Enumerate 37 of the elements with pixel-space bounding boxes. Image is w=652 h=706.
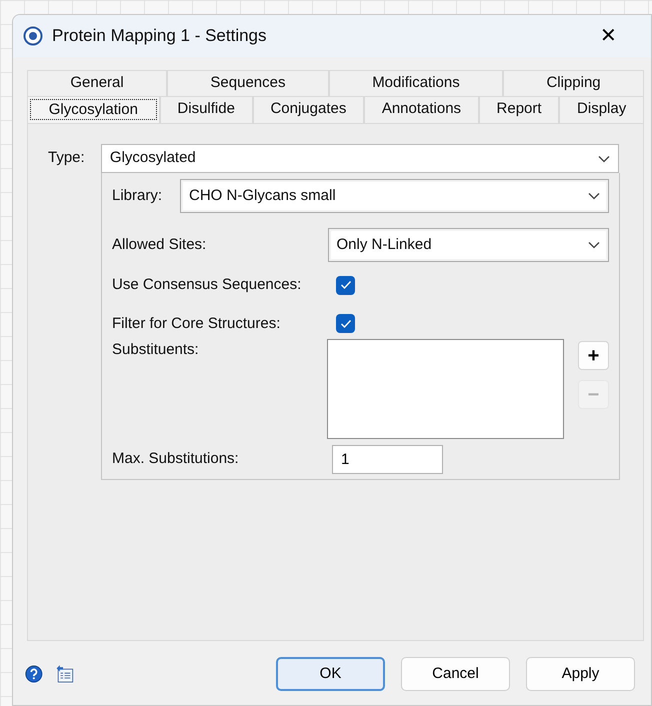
allowed-sites-label: Allowed Sites: bbox=[112, 234, 208, 255]
checkbox[interactable] bbox=[336, 276, 355, 295]
type-dropdown[interactable]: Glycosylated bbox=[100, 144, 619, 173]
close-button[interactable]: ✕ bbox=[596, 26, 621, 46]
chevron-down-icon bbox=[588, 241, 600, 249]
dialog-button[interactable]: Apply bbox=[526, 657, 635, 691]
substituents-label: Substituents: bbox=[112, 340, 200, 360]
tab[interactable]: Sequences bbox=[167, 70, 329, 96]
dialog-button[interactable]: OK bbox=[276, 657, 385, 691]
tab[interactable]: Modifications bbox=[328, 70, 504, 96]
max-substitutions-label: Max. Substitutions: bbox=[112, 449, 240, 470]
tab[interactable]: Annotations bbox=[364, 96, 479, 123]
substituents-list[interactable] bbox=[327, 339, 564, 439]
checkbox[interactable] bbox=[336, 314, 355, 334]
dialog-button[interactable]: Cancel bbox=[401, 657, 510, 691]
add-button[interactable]: + bbox=[578, 341, 609, 370]
tab[interactable]: Conjugates bbox=[252, 96, 364, 123]
tab[interactable]: Display bbox=[559, 96, 644, 123]
option-label: Filter for Core Structures: bbox=[112, 314, 282, 334]
window-title: Protein Mapping 1 - Settings bbox=[52, 25, 267, 48]
option-label: Use Consensus Sequences: bbox=[112, 275, 302, 295]
chevron-down-icon bbox=[588, 192, 600, 200]
tab[interactable]: Clipping bbox=[503, 70, 644, 96]
tab[interactable]: Report bbox=[478, 96, 560, 123]
allowed-sites-dropdown[interactable]: Only N-Linked bbox=[328, 228, 609, 262]
max-substitutions-field[interactable]: 1 bbox=[332, 445, 443, 474]
tab[interactable]: Disulfide bbox=[160, 96, 253, 123]
tab[interactable]: Glycosylation bbox=[27, 96, 160, 123]
check-icon bbox=[340, 280, 352, 290]
chevron-down-icon bbox=[598, 154, 610, 162]
type-label: Type: bbox=[48, 148, 86, 168]
tab[interactable]: General bbox=[27, 70, 168, 96]
app-logo-icon bbox=[23, 26, 43, 46]
check-icon bbox=[340, 318, 352, 329]
help-icon[interactable] bbox=[25, 663, 43, 685]
library-label: Library: bbox=[112, 186, 164, 206]
library-dropdown[interactable]: CHO N-Glycans small bbox=[180, 179, 609, 213]
